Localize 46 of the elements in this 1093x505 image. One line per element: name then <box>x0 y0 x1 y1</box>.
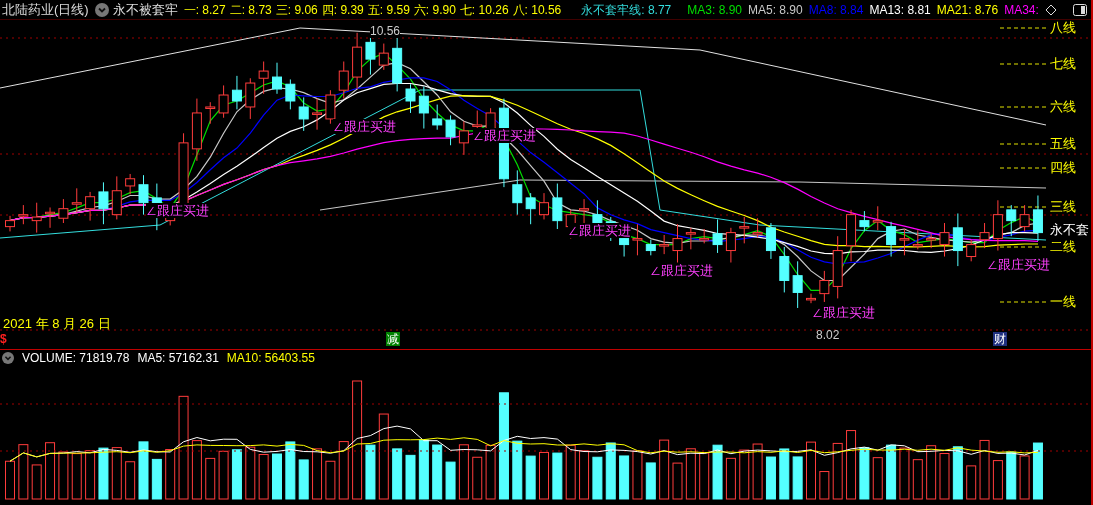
event-marker: $ <box>0 332 7 346</box>
indicator-name[interactable]: 永不被套牢 <box>112 0 178 19</box>
event-marker: 财 <box>993 332 1007 346</box>
chevron-down-icon[interactable] <box>94 2 109 17</box>
level-value: 七: 10.26 <box>459 1 509 19</box>
level-line-label: 二线 <box>1050 239 1076 255</box>
level-value: 八: 10.56 <box>512 1 562 19</box>
moving-average-value: MA5: 8.90 <box>748 1 803 19</box>
level-line-label: 四线 <box>1050 160 1076 176</box>
level-value: 二: 8.73 <box>229 1 272 19</box>
level-value: 六: 9.90 <box>413 1 456 19</box>
moving-average-value: MA34: <box>1004 1 1039 19</box>
level-value: 三: 9.06 <box>275 1 318 19</box>
line-label: 永不套 <box>1050 222 1089 238</box>
level-value: 五: 9.59 <box>367 1 410 19</box>
level-line-label: 六线 <box>1050 99 1076 115</box>
buy-signal-label: ∠跟庄买进 <box>146 203 209 218</box>
baseline-value: 永不套牢线: 8.77 <box>581 1 672 19</box>
volume-value: MA5: 57162.31 <box>137 350 219 367</box>
level-value: 一: 8.27 <box>183 1 226 19</box>
panel-icon[interactable] <box>1073 3 1087 16</box>
event-marker: 减 <box>386 332 400 346</box>
volume-value: MA10: 56403.55 <box>226 350 315 367</box>
moving-average-value: MA8: 8.84 <box>808 1 864 19</box>
buy-signal-label: ∠跟庄买进 <box>473 128 536 143</box>
level-line-label: 八线 <box>1050 20 1076 36</box>
level-line-label: 一线 <box>1050 294 1076 310</box>
moving-average-value: MA21: 8.76 <box>936 1 999 19</box>
buy-signal-label: ∠跟庄买进 <box>333 119 396 134</box>
level-value: 四: 9.39 <box>321 1 364 19</box>
stock-title: 北陆药业(日线) <box>2 0 89 19</box>
date-label: 2021 年 8 月 26 日 <box>3 316 111 332</box>
level-line-label: 五线 <box>1050 136 1076 152</box>
buy-signal-label: ∠跟庄买进 <box>568 223 631 238</box>
volume-value: VOLUME: 71819.78 <box>22 350 130 367</box>
buy-signal-label: ∠跟庄买进 <box>987 257 1050 272</box>
buy-signal-label: ∠跟庄买进 <box>812 305 875 320</box>
diamond-icon[interactable] <box>1044 3 1057 16</box>
high-price-label: 10.56 <box>370 24 401 38</box>
low-price-label: 8.02 <box>816 328 840 342</box>
buy-signal-label: ∠跟庄买进 <box>650 263 713 278</box>
chevron-down-icon[interactable] <box>2 352 14 364</box>
level-line-label: 三线 <box>1050 199 1076 215</box>
moving-average-value: MA3: 8.90 <box>687 1 742 19</box>
moving-average-value: MA13: 8.81 <box>869 1 931 19</box>
level-line-label: 七线 <box>1050 56 1076 72</box>
